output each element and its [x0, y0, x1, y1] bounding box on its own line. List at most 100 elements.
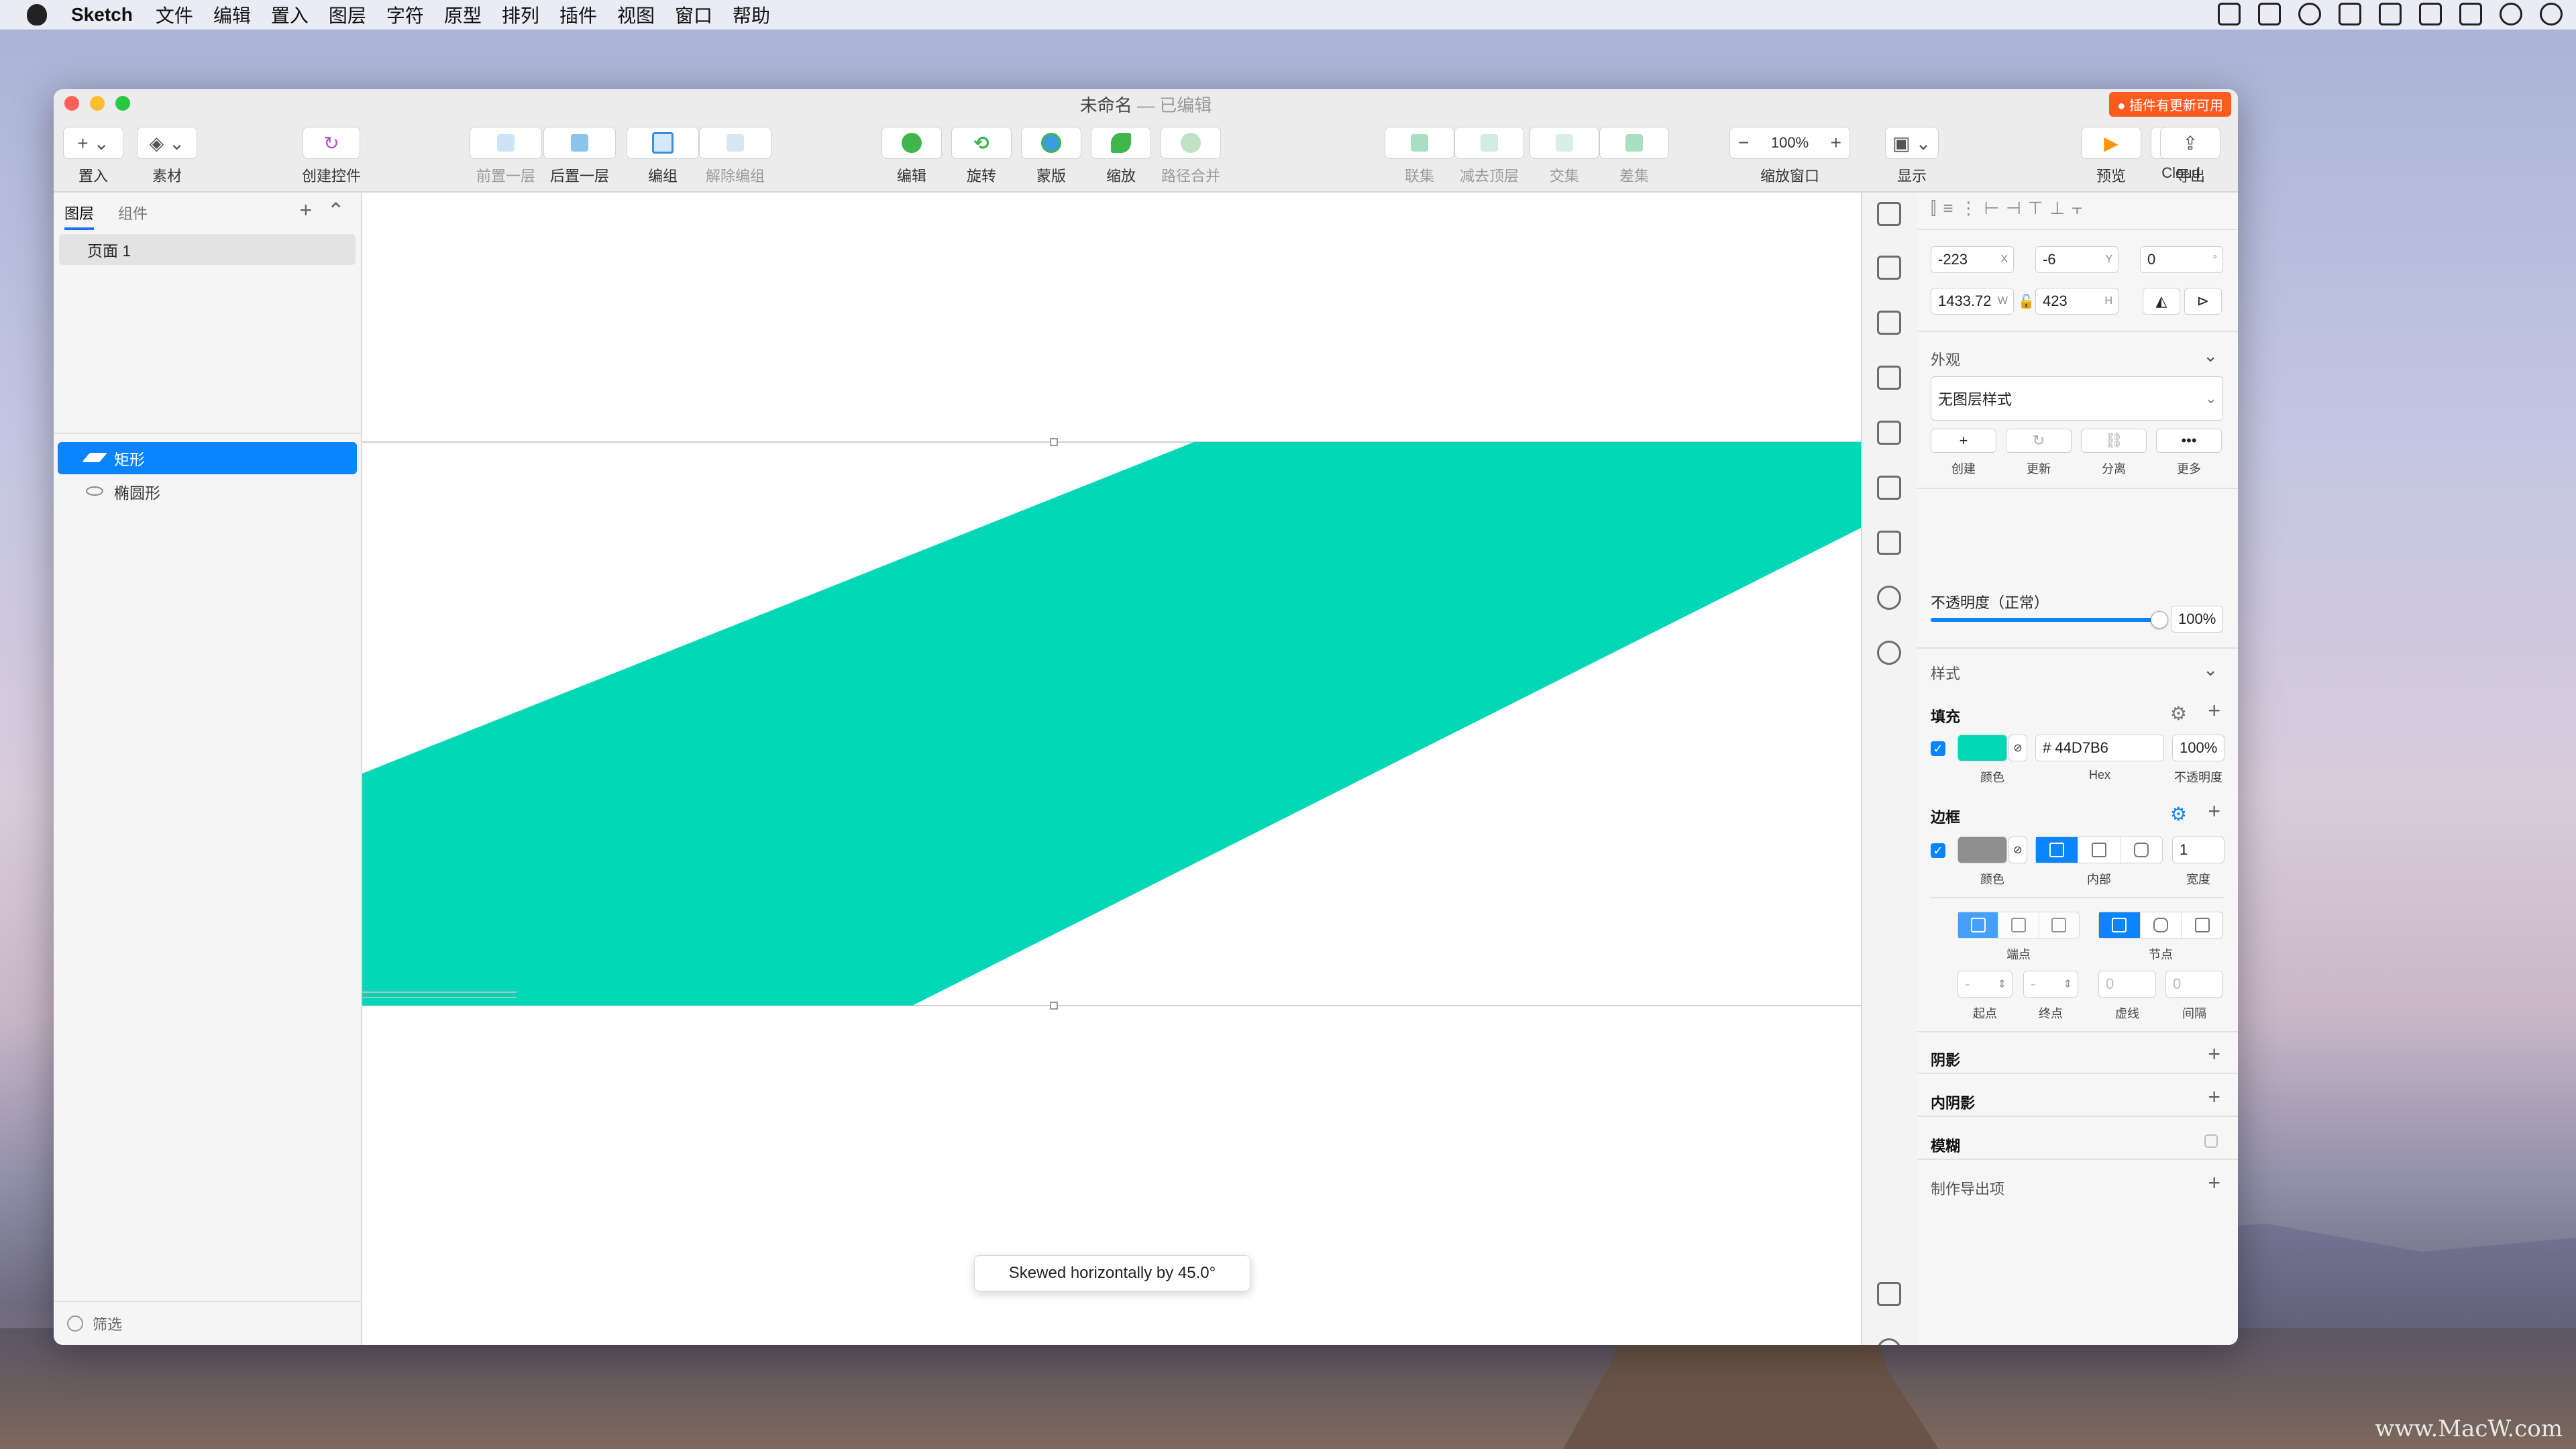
menu-app-name[interactable]: Sketch — [71, 4, 133, 25]
subtract-tool[interactable]: 减去顶层 — [1454, 127, 1524, 186]
fill-hex-input[interactable]: # 44D7B6 — [2035, 735, 2164, 761]
flatten-button[interactable] — [1161, 127, 1221, 159]
tab-layers[interactable]: 图层 — [64, 202, 95, 230]
fill-enabled-checkbox[interactable]: ✓ — [1931, 741, 1945, 756]
fill-settings-gear-icon[interactable]: ⚙ — [2170, 702, 2187, 724]
insert-tool[interactable]: + ⌄ 置入 — [63, 127, 123, 186]
border-center-option[interactable] — [2078, 837, 2121, 863]
help-icon[interactable] — [1877, 1338, 1901, 1345]
edit-button[interactable] — [881, 127, 942, 159]
inbox-panel-icon[interactable] — [1877, 366, 1901, 390]
difference-tool[interactable]: 差集 — [1599, 127, 1669, 186]
create-symbol-tool[interactable]: ↻ 创建控件 — [302, 127, 361, 186]
union-tool[interactable]: 联集 — [1385, 127, 1454, 186]
send-backward-tool[interactable]: 后置一层 — [543, 127, 616, 186]
export-panel-icon[interactable] — [1877, 256, 1901, 280]
menu-text[interactable]: 字符 — [386, 1, 424, 28]
tray-icon[interactable] — [2298, 3, 2321, 25]
fill-color-picker-button[interactable]: ⊘ — [2008, 735, 2027, 761]
menu-prototype[interactable]: 原型 — [444, 1, 482, 28]
mask-tool[interactable]: 蒙版 — [1021, 127, 1081, 186]
fill-opacity-input[interactable]: 100% — [2172, 735, 2224, 761]
menu-edit[interactable]: 编辑 — [213, 1, 251, 28]
tab-components[interactable]: 组件 — [118, 202, 148, 230]
border-position-control[interactable] — [2035, 837, 2163, 863]
more-style-button[interactable]: ••• — [2156, 429, 2222, 453]
flip-vertical-button[interactable]: ⊳ — [2184, 288, 2222, 315]
tray-icon[interactable] — [2459, 3, 2482, 25]
height-input[interactable]: 423 H — [2035, 288, 2118, 315]
tray-icon[interactable] — [2218, 3, 2241, 25]
flatten-tool[interactable]: 路径合并 — [1161, 127, 1221, 186]
bring-forward-tool[interactable]: 前置一层 — [470, 127, 542, 186]
bevel-join-option[interactable] — [2182, 912, 2222, 938]
add-shadow-icon[interactable]: + — [2208, 1042, 2220, 1067]
menu-file[interactable]: 文件 — [156, 1, 193, 28]
rotation-input[interactable]: 0 ° — [2140, 246, 2223, 273]
symbol-panel-icon[interactable] — [1877, 531, 1901, 555]
create-symbol-button[interactable]: ↻ — [303, 127, 360, 159]
tray-icon[interactable] — [2379, 3, 2402, 25]
flip-horizontal-button[interactable]: ◭ — [2143, 288, 2180, 315]
butt-end-option[interactable] — [1958, 912, 1999, 938]
lock-ratio-icon[interactable]: 🔓 — [2018, 293, 2035, 310]
zoom-control[interactable]: − 100% + — [1729, 127, 1850, 159]
skewed-rectangle-shape[interactable] — [362, 442, 1861, 1006]
menu-view[interactable]: 视图 — [617, 1, 655, 28]
round-end-option[interactable] — [1998, 912, 2039, 938]
layer-style-select[interactable]: 无图层样式 ⌄ — [1931, 376, 2223, 421]
square-end-option[interactable] — [2039, 912, 2079, 938]
intersect-tool[interactable]: 交集 — [1529, 127, 1599, 186]
zoom-out-icon[interactable]: − — [1738, 132, 1749, 154]
plugin-update-badge[interactable]: ● 插件有更新可用 — [2109, 92, 2231, 117]
miter-join-option[interactable] — [2099, 912, 2141, 938]
assets-button[interactable]: ◈ ⌄ — [137, 127, 197, 159]
opacity-slider-knob[interactable] — [2151, 611, 2168, 629]
menu-window[interactable]: 窗口 — [675, 1, 712, 28]
opacity-slider[interactable] — [1931, 611, 2168, 629]
update-style-button[interactable]: ↻ — [2006, 429, 2072, 453]
arrow-end-select[interactable]: - ⇕ — [2023, 971, 2078, 998]
insert-button[interactable]: + ⌄ — [63, 127, 123, 159]
opacity-input[interactable]: 100% — [2171, 606, 2223, 633]
assets-tool[interactable]: ◈ ⌄ 素材 — [137, 127, 197, 186]
create-style-button[interactable]: + — [1931, 429, 1996, 453]
blur-checkbox[interactable] — [2204, 1134, 2218, 1148]
ungroup-tool[interactable]: 解除编组 — [699, 127, 771, 186]
union-button[interactable] — [1385, 127, 1454, 159]
add-fill-icon[interactable]: + — [2208, 698, 2220, 723]
detach-style-button[interactable]: ⛓ — [2081, 429, 2147, 453]
view-tool[interactable]: ▣ ⌄ 显示 — [1885, 127, 1939, 186]
intersect-button[interactable] — [1529, 127, 1599, 159]
subtract-button[interactable] — [1454, 127, 1524, 159]
line-ends-control[interactable] — [1957, 912, 2080, 938]
group-button[interactable] — [627, 127, 699, 159]
add-page-icon[interactable]: + — [300, 198, 313, 223]
scale-tool[interactable]: 缩放 — [1091, 127, 1151, 186]
edit-tool[interactable]: 编辑 — [881, 127, 942, 186]
preview-button[interactable]: ▶ — [2081, 127, 2141, 159]
border-color-picker-button[interactable]: ⊘ — [2008, 837, 2027, 863]
group-tool[interactable]: 编组 — [627, 127, 699, 186]
chevron-down-icon[interactable]: ⌄ — [2203, 345, 2218, 366]
x-input[interactable]: -223 X — [1931, 246, 2014, 273]
line-joins-control[interactable] — [2098, 912, 2223, 938]
bring-forward-button[interactable] — [470, 127, 542, 159]
y-input[interactable]: -6 Y — [2035, 246, 2118, 273]
page-item[interactable]: 页面 1 — [59, 234, 356, 265]
layer-ellipse[interactable]: 椭圆形 — [58, 476, 357, 508]
grid-panel-icon[interactable] — [1877, 311, 1901, 335]
view-button[interactable]: ▣ ⌄ — [1885, 127, 1939, 159]
tray-icon[interactable] — [2339, 3, 2361, 25]
difference-button[interactable] — [1599, 127, 1669, 159]
zoom-in-icon[interactable]: + — [1831, 132, 1841, 154]
border-inside-option[interactable] — [2036, 837, 2078, 863]
gap-input[interactable]: 0 — [2165, 971, 2223, 998]
export-tool[interactable]: ⇪ 导出 — [2160, 127, 2220, 186]
add-export-icon[interactable]: + — [2208, 1171, 2220, 1195]
pie-chart-icon[interactable] — [1877, 641, 1901, 665]
scale-button[interactable] — [1091, 127, 1151, 159]
ungroup-button[interactable] — [699, 127, 771, 159]
arrow-start-select[interactable]: - ⇕ — [1957, 971, 2012, 998]
layout-panel-icon[interactable] — [1877, 421, 1901, 445]
